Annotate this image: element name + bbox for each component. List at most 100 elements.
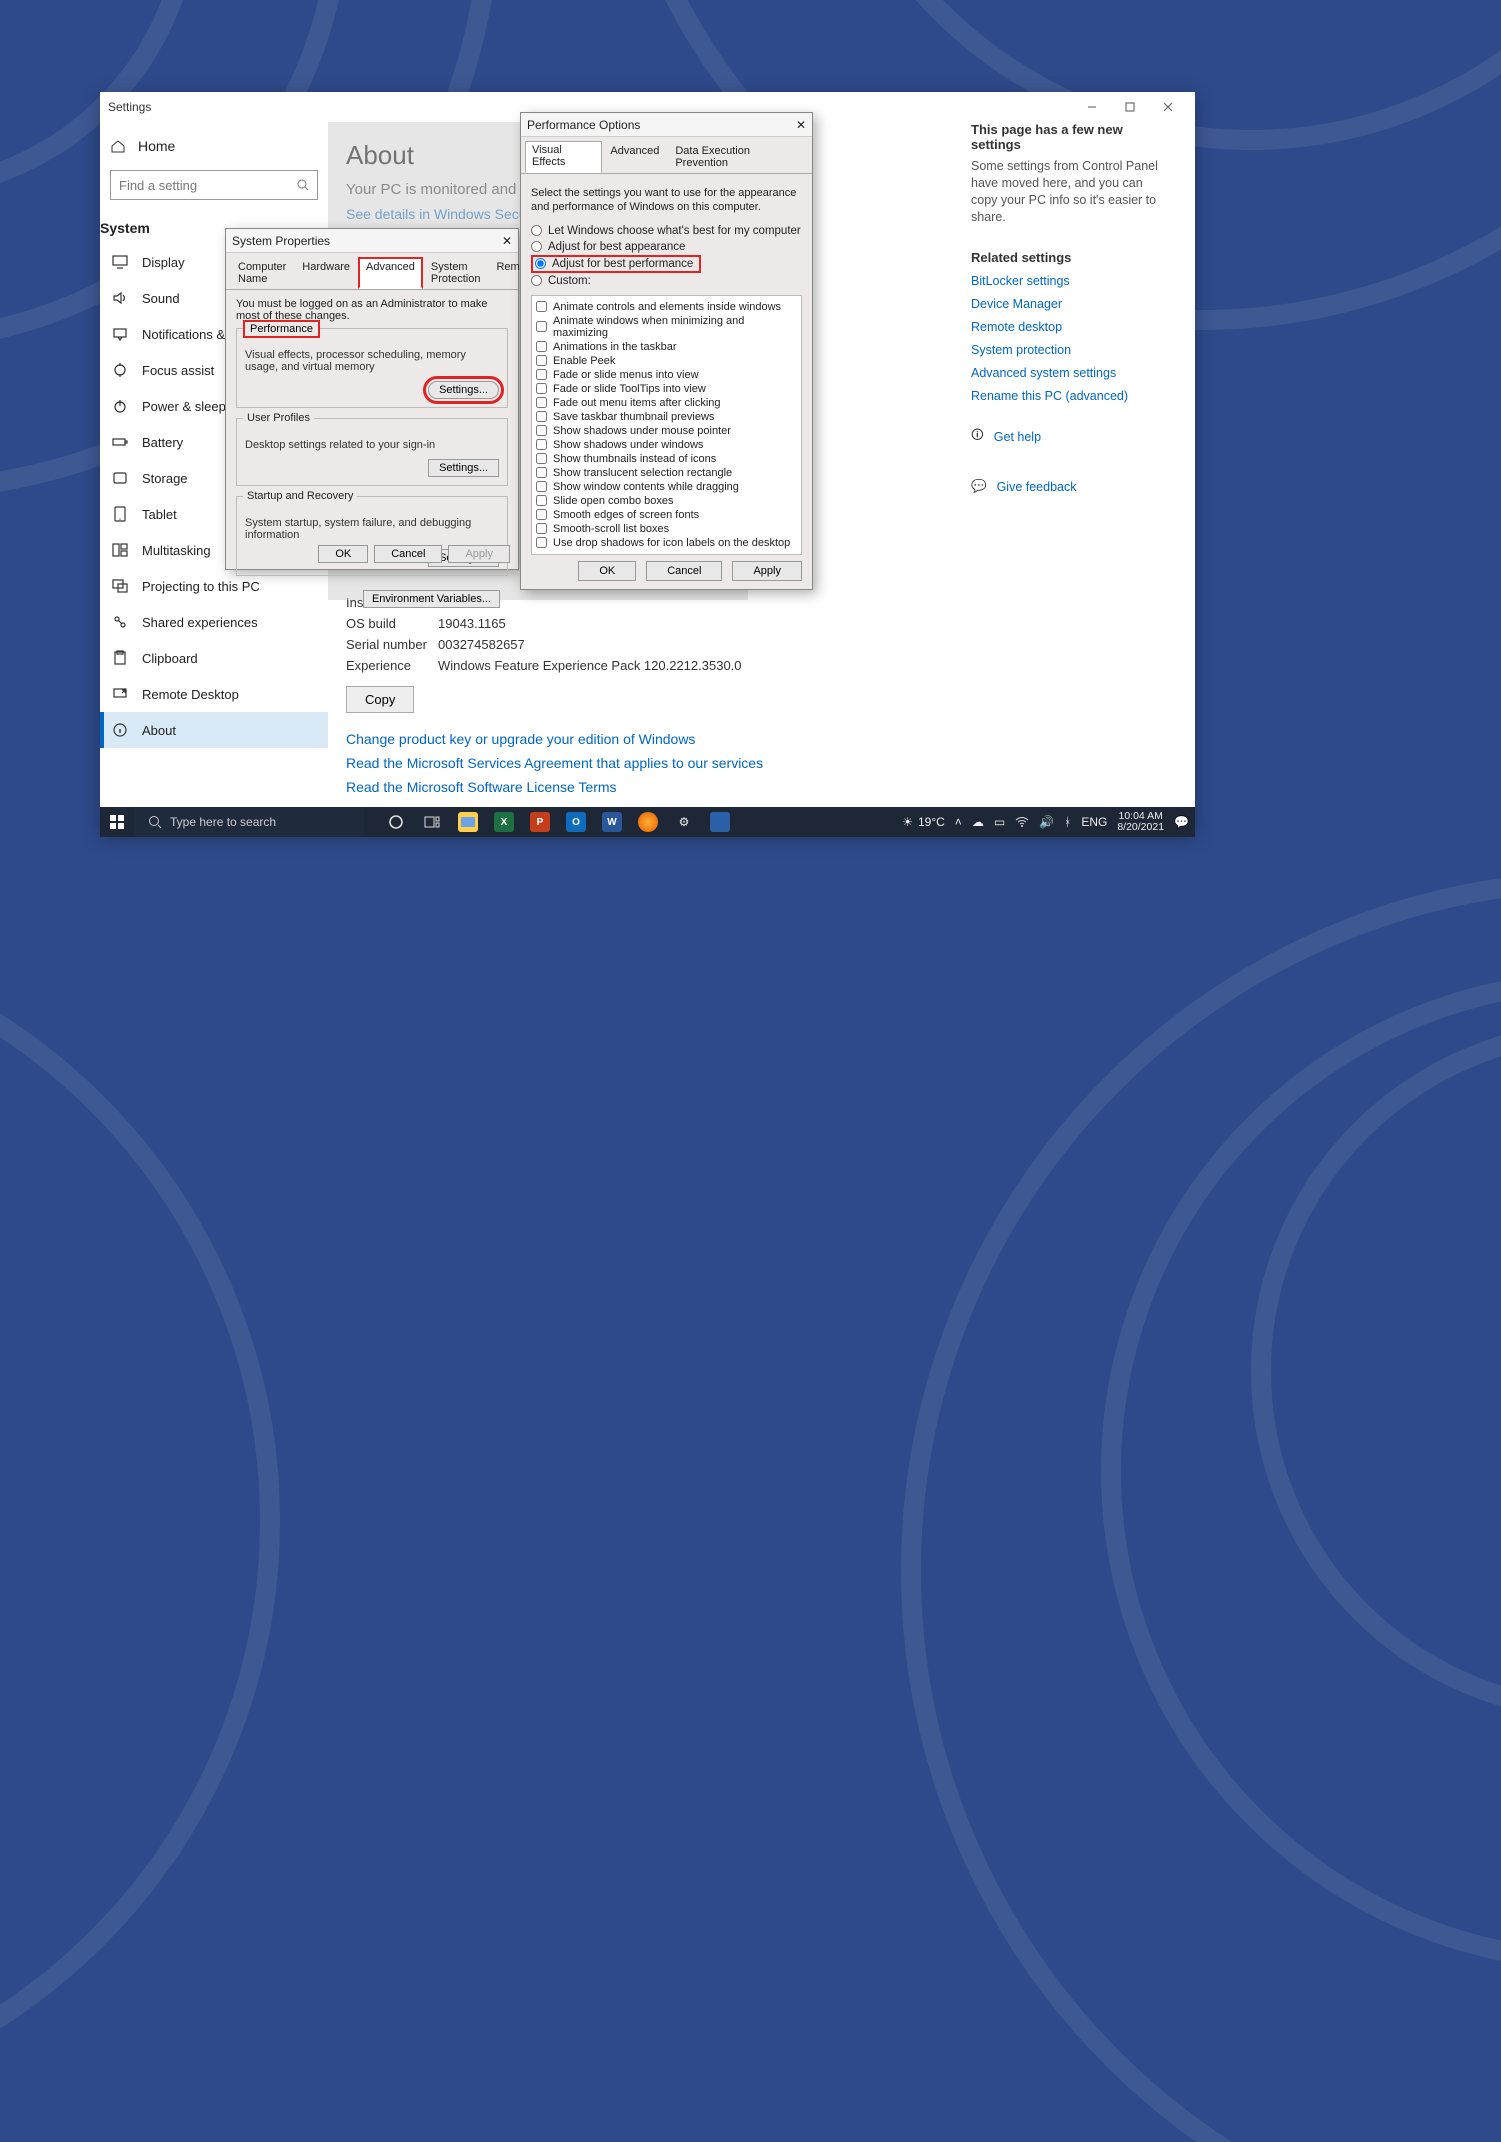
effect-checkbox-row[interactable]: Show thumbnails instead of icons [536, 452, 797, 466]
close-button[interactable] [1149, 93, 1187, 121]
maximize-button[interactable] [1111, 93, 1149, 121]
effect-checkbox-row[interactable]: Show shadows under mouse pointer [536, 424, 797, 438]
related-link[interactable]: Device Manager [971, 297, 1171, 311]
effect-checkbox-row[interactable]: Fade or slide menus into view [536, 368, 797, 382]
effect-checkbox[interactable] [536, 383, 547, 394]
effect-checkbox[interactable] [536, 453, 547, 464]
effect-checkbox[interactable] [536, 495, 547, 506]
word-icon[interactable]: W [602, 812, 622, 832]
radio-option[interactable]: Let Windows choose what's best for my co… [531, 223, 802, 239]
tab-hardware[interactable]: Hardware [294, 257, 358, 289]
effect-checkbox[interactable] [536, 341, 547, 352]
file-explorer-icon[interactable] [458, 812, 478, 832]
search-input[interactable]: Find a setting [110, 170, 318, 200]
ok-button[interactable]: OK [318, 545, 368, 563]
related-link[interactable]: System protection [971, 343, 1171, 357]
radio-option[interactable]: Adjust for best appearance [531, 239, 802, 255]
radio-input[interactable] [531, 225, 542, 236]
effect-checkbox[interactable] [536, 397, 547, 408]
start-button[interactable] [100, 807, 134, 837]
firefox-icon[interactable] [638, 812, 658, 832]
cancel-button[interactable]: Cancel [374, 545, 442, 563]
settings-icon[interactable]: ⚙ [674, 812, 694, 832]
effect-checkbox[interactable] [536, 509, 547, 520]
related-link[interactable]: Advanced system settings [971, 366, 1171, 380]
radio-input[interactable] [535, 258, 546, 269]
bluetooth-icon[interactable]: ᚼ [1064, 815, 1071, 829]
battery-icon[interactable]: ▭ [994, 815, 1005, 829]
cancel-button[interactable]: Cancel [646, 561, 722, 581]
radio-option[interactable]: Custom: [531, 273, 802, 289]
about-link[interactable]: Read the Microsoft Services Agreement th… [346, 755, 1195, 771]
related-link[interactable]: Rename this PC (advanced) [971, 389, 1171, 403]
related-link[interactable]: BitLocker settings [971, 274, 1171, 288]
home-link[interactable]: Home [100, 130, 328, 162]
weather-widget[interactable]: ☀19°C [902, 815, 945, 829]
clock[interactable]: 10:04 AM 8/20/2021 [1117, 811, 1164, 833]
copy-button[interactable]: Copy [346, 686, 414, 713]
powerpoint-icon[interactable]: P [530, 812, 550, 832]
effect-checkbox[interactable] [536, 425, 547, 436]
related-link[interactable]: Remote desktop [971, 320, 1171, 334]
language-indicator[interactable]: ENG [1081, 815, 1107, 829]
action-center-icon[interactable]: 💬 [1174, 815, 1189, 829]
effect-checkbox-row[interactable]: Show translucent selection rectangle [536, 466, 797, 480]
effect-checkbox-row[interactable]: Fade or slide ToolTips into view [536, 382, 797, 396]
effect-checkbox[interactable] [536, 411, 547, 422]
radio-option[interactable]: Adjust for best performance [531, 255, 701, 273]
effect-checkbox[interactable] [536, 481, 547, 492]
effect-checkbox-row[interactable]: Smooth edges of screen fonts [536, 508, 797, 522]
effect-checkbox-row[interactable]: Show window contents while dragging [536, 480, 797, 494]
sidebar-item-clipboard[interactable]: Clipboard [100, 640, 328, 676]
radio-input[interactable] [531, 241, 542, 252]
give-feedback-link[interactable]: 💬 Give feedback [971, 471, 1171, 503]
effect-checkbox[interactable] [536, 355, 547, 366]
effect-checkbox-row[interactable]: Animations in the taskbar [536, 340, 797, 354]
excel-icon[interactable]: X [494, 812, 514, 832]
onedrive-icon[interactable]: ☁ [972, 815, 984, 829]
about-link[interactable]: Read the Microsoft Software License Term… [346, 779, 1195, 795]
close-icon[interactable]: ✕ [502, 234, 512, 248]
effect-checkbox[interactable] [536, 369, 547, 380]
effect-checkbox[interactable] [536, 537, 547, 548]
tab-computer-name[interactable]: Computer Name [230, 257, 294, 289]
tab-system-protection[interactable]: System Protection [423, 257, 489, 289]
effect-checkbox[interactable] [536, 439, 547, 450]
effect-checkbox[interactable] [536, 301, 547, 312]
volume-icon[interactable]: 🔊 [1039, 815, 1054, 829]
effect-checkbox[interactable] [536, 467, 547, 478]
tab-visual-effects[interactable]: Visual Effects [525, 141, 602, 173]
taskbar-search[interactable]: Type here to search [134, 807, 364, 837]
ok-button[interactable]: OK [578, 561, 636, 581]
effect-checkbox-row[interactable]: Slide open combo boxes [536, 494, 797, 508]
tab-advanced[interactable]: Advanced [358, 257, 423, 289]
sidebar-item-about[interactable]: About [100, 712, 328, 748]
radio-input[interactable] [531, 275, 542, 286]
effect-checkbox[interactable] [536, 523, 547, 534]
effect-checkbox-row[interactable]: Animate windows when minimizing and maxi… [536, 314, 797, 340]
apply-button[interactable]: Apply [732, 561, 802, 581]
effect-checkbox-row[interactable]: Show shadows under windows [536, 438, 797, 452]
get-help-link[interactable]: 🛈 Get help [971, 421, 1171, 453]
sidebar-item-remote[interactable]: Remote Desktop [100, 676, 328, 712]
effect-checkbox-row[interactable]: Smooth-scroll list boxes [536, 522, 797, 536]
performance-settings-button[interactable]: Settings... [428, 381, 499, 399]
sidebar-item-shared[interactable]: Shared experiences [100, 604, 328, 640]
close-icon[interactable]: ✕ [796, 118, 806, 132]
task-view-icon[interactable] [422, 812, 442, 832]
user-profiles-settings-button[interactable]: Settings... [428, 459, 499, 477]
effect-checkbox-row[interactable]: Enable Peek [536, 354, 797, 368]
effect-checkbox-row[interactable]: Fade out menu items after clicking [536, 396, 797, 410]
effect-checkbox[interactable] [536, 321, 547, 332]
effect-checkbox-row[interactable]: Animate controls and elements inside win… [536, 300, 797, 314]
environment-variables-button[interactable]: Environment Variables... [363, 590, 500, 608]
tab-data-execution-prevention[interactable]: Data Execution Prevention [667, 141, 808, 173]
effect-checkbox-row[interactable]: Save taskbar thumbnail previews [536, 410, 797, 424]
wifi-icon[interactable] [1015, 817, 1029, 827]
cortana-icon[interactable] [386, 812, 406, 832]
apply-button[interactable]: Apply [448, 545, 510, 563]
effect-checkbox-row[interactable]: Use drop shadows for icon labels on the … [536, 536, 797, 550]
photos-icon[interactable] [710, 812, 730, 832]
outlook-icon[interactable]: O [566, 812, 586, 832]
about-link[interactable]: Change product key or upgrade your editi… [346, 731, 1195, 747]
